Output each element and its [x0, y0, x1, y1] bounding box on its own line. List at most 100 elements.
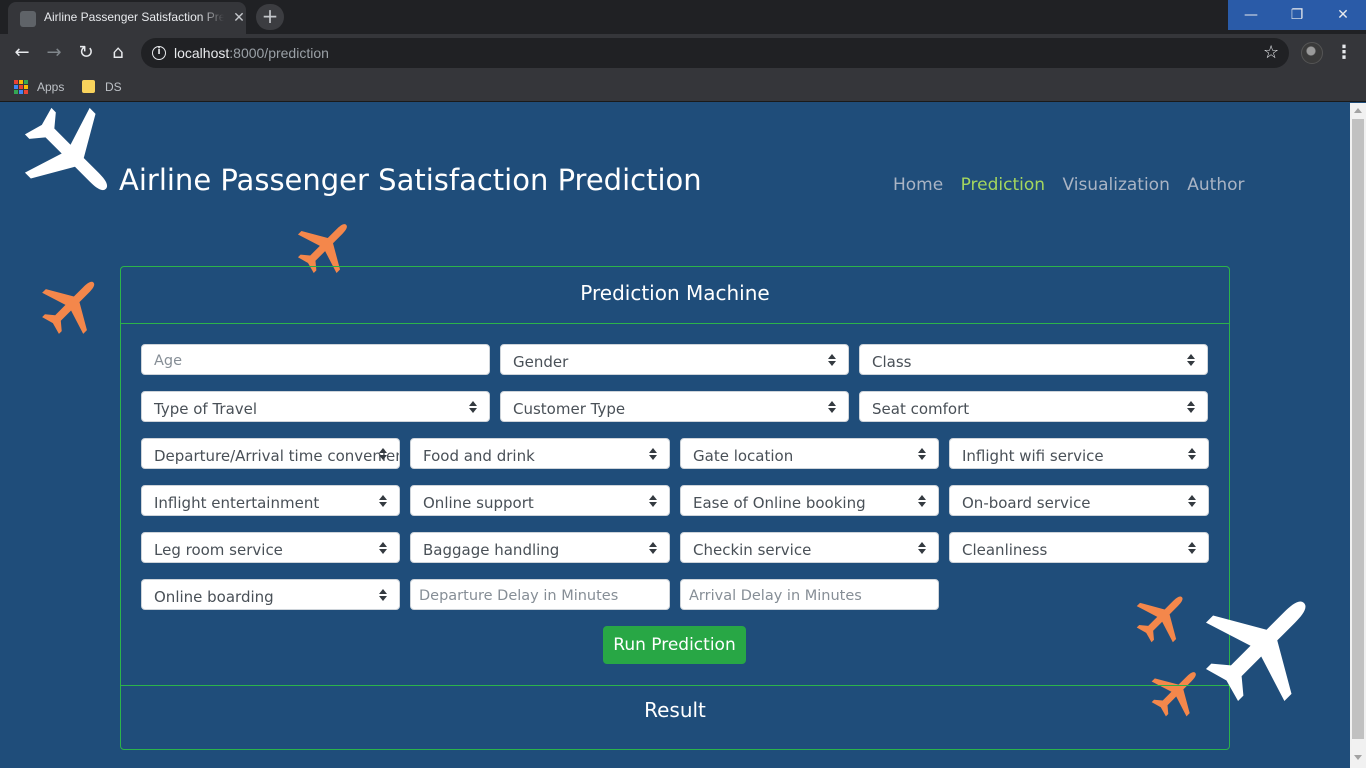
page-scrollbar[interactable] — [1350, 103, 1366, 768]
site-title: Airline Passenger Satisfaction Predictio… — [119, 163, 702, 197]
class-select[interactable]: Class — [859, 344, 1208, 375]
bookmarks-bar: Apps DS — [0, 72, 1366, 102]
airplane-white-icon — [1205, 601, 1306, 702]
select-arrows-icon — [1187, 401, 1195, 413]
customer-type-value: Customer Type — [513, 400, 626, 418]
online-boarding-select[interactable]: Online boarding — [141, 579, 400, 610]
inflight-entertainment-value: Inflight entertainment — [154, 494, 320, 512]
inflight-entertainment-select[interactable]: Inflight entertainment — [141, 485, 400, 516]
select-arrows-icon — [918, 448, 926, 460]
gender-select[interactable]: Gender — [500, 344, 849, 375]
home-icon[interactable]: ⌂ — [105, 40, 131, 66]
airplane-white-icon — [24, 107, 108, 191]
card-header: Prediction Machine — [121, 267, 1229, 324]
arrival-delay-field[interactable] — [689, 581, 930, 609]
select-arrows-icon — [469, 401, 477, 413]
select-arrows-icon — [649, 495, 657, 507]
nav-visualization[interactable]: Visualization — [1062, 175, 1169, 195]
baggage-handling-value: Baggage handling — [423, 541, 560, 559]
window-restore-button[interactable]: ❐ — [1274, 0, 1320, 30]
airplane-orange-icon — [42, 281, 95, 334]
select-arrows-icon — [379, 448, 387, 460]
select-arrows-icon — [1188, 542, 1196, 554]
nav-home[interactable]: Home — [893, 175, 943, 195]
gate-location-value: Gate location — [693, 447, 794, 465]
bookmark-apps[interactable]: Apps — [14, 77, 64, 97]
departure-arrival-time-select[interactable]: Departure/Arrival time convenient — [141, 438, 400, 469]
select-arrows-icon — [649, 448, 657, 460]
site-info-icon[interactable]: i — [152, 46, 166, 60]
checkin-service-value: Checkin service — [693, 541, 812, 559]
browser-tabbar: Airline Passenger Satisfaction Predictio… — [0, 0, 1366, 34]
scroll-thumb[interactable] — [1352, 119, 1364, 739]
type-of-travel-value: Type of Travel — [154, 400, 258, 418]
online-support-value: Online support — [423, 494, 534, 512]
select-arrows-icon — [918, 495, 926, 507]
gate-location-select[interactable]: Gate location — [680, 438, 939, 469]
tab-close-icon[interactable]: ✕ — [230, 9, 248, 27]
gender-select-value: Gender — [513, 353, 569, 371]
select-arrows-icon — [918, 542, 926, 554]
tab-title: Airline Passenger Satisfaction Predictio… — [44, 10, 224, 24]
departure-delay-input[interactable] — [410, 579, 670, 610]
profile-avatar[interactable] — [1301, 42, 1323, 64]
bookmark-ds[interactable]: DS — [82, 77, 122, 97]
folder-icon — [82, 80, 95, 93]
select-arrows-icon — [379, 542, 387, 554]
type-of-travel-select[interactable]: Type of Travel — [141, 391, 490, 422]
age-input-field[interactable] — [154, 346, 477, 374]
departure-delay-field[interactable] — [419, 581, 661, 609]
url-host: localhost — [174, 45, 230, 61]
on-board-service-value: On-board service — [962, 494, 1091, 512]
checkin-service-select[interactable]: Checkin service — [680, 532, 939, 563]
url-path: :8000/prediction — [229, 45, 329, 61]
run-prediction-button[interactable]: Run Prediction — [603, 626, 746, 664]
main-nav: Home Prediction Visualization Author — [893, 175, 1257, 195]
inflight-wifi-value: Inflight wifi service — [962, 447, 1104, 465]
inflight-wifi-select[interactable]: Inflight wifi service — [949, 438, 1209, 469]
nav-prediction[interactable]: Prediction — [961, 175, 1045, 195]
scroll-down-arrow-icon[interactable] — [1354, 755, 1362, 760]
on-board-service-select[interactable]: On-board service — [949, 485, 1209, 516]
bookmark-apps-label: Apps — [37, 80, 65, 94]
leg-room-service-select[interactable]: Leg room service — [141, 532, 400, 563]
ease-of-online-booking-value: Ease of Online booking — [693, 494, 866, 512]
seat-comfort-select[interactable]: Seat comfort — [859, 391, 1208, 422]
arrival-delay-input[interactable] — [680, 579, 939, 610]
ease-of-online-booking-select[interactable]: Ease of Online booking — [680, 485, 939, 516]
tab-favicon-icon — [20, 11, 36, 27]
new-tab-button[interactable]: + — [256, 4, 284, 30]
class-select-value: Class — [872, 353, 912, 371]
window-close-button[interactable]: ✕ — [1320, 0, 1366, 30]
baggage-handling-select[interactable]: Baggage handling — [410, 532, 670, 563]
window-minimize-button[interactable]: — — [1228, 0, 1274, 30]
address-bar[interactable]: i localhost:8000/prediction ☆ — [141, 38, 1289, 68]
cleanliness-value: Cleanliness — [962, 541, 1048, 559]
leg-room-service-value: Leg room service — [154, 541, 283, 559]
select-arrows-icon — [1187, 354, 1195, 366]
page-content: Airline Passenger Satisfaction Predictio… — [0, 103, 1350, 768]
reload-icon[interactable]: ↻ — [73, 40, 99, 66]
bookmark-star-icon[interactable]: ☆ — [1263, 42, 1279, 63]
select-arrows-icon — [1188, 495, 1196, 507]
kebab-menu-icon[interactable]: ⋮ — [1335, 40, 1353, 66]
browser-tab[interactable]: Airline Passenger Satisfaction Predictio… — [8, 2, 246, 34]
select-arrows-icon — [379, 589, 387, 601]
nav-author[interactable]: Author — [1187, 175, 1244, 195]
select-arrows-icon — [1188, 448, 1196, 460]
url-text[interactable]: localhost:8000/prediction — [174, 45, 329, 61]
online-support-select[interactable]: Online support — [410, 485, 670, 516]
scroll-up-arrow-icon[interactable] — [1354, 108, 1362, 113]
customer-type-select[interactable]: Customer Type — [500, 391, 849, 422]
bookmark-ds-label: DS — [105, 80, 122, 94]
browser-toolbar: ← → ↻ ⌂ i localhost:8000/prediction ☆ ⋮ — [0, 34, 1366, 72]
cleanliness-select[interactable]: Cleanliness — [949, 532, 1209, 563]
age-input[interactable] — [141, 344, 490, 375]
food-and-drink-select[interactable]: Food and drink — [410, 438, 670, 469]
result-header: Result — [121, 685, 1229, 749]
forward-arrow-icon[interactable]: → — [41, 40, 67, 66]
back-arrow-icon[interactable]: ← — [9, 40, 35, 66]
select-arrows-icon — [828, 354, 836, 366]
apps-grid-icon — [14, 80, 28, 94]
select-arrows-icon — [828, 401, 836, 413]
